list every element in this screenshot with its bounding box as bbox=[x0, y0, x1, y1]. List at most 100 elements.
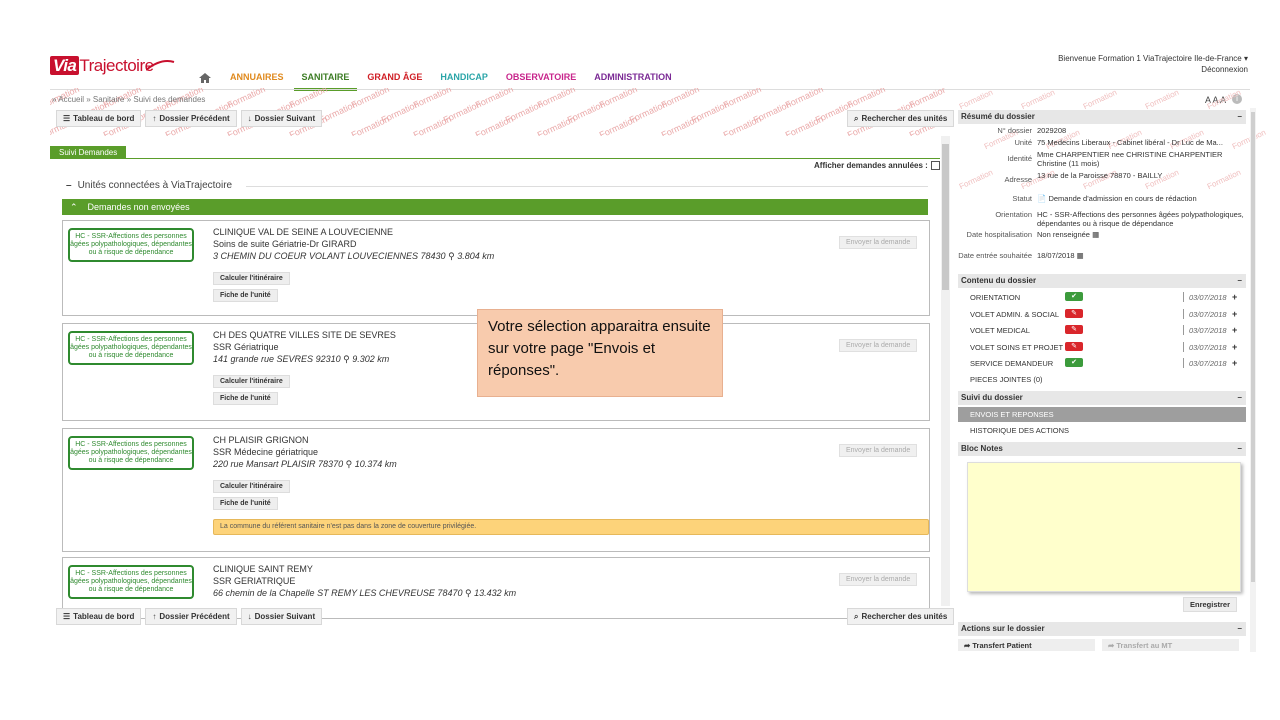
instruction-callout: Votre sélection apparaitra ensuite sur v… bbox=[477, 309, 723, 397]
followup-item-envois[interactable]: ENVOIS ET REPONSES bbox=[958, 407, 1246, 422]
summary-row: Identité Mme CHARPENTIER nee CHRISTINE CH… bbox=[958, 150, 1248, 170]
content-row[interactable]: VOLET SOINS ET PROJET ✎ 03/07/2018 + bbox=[970, 341, 1245, 354]
notes-textarea[interactable] bbox=[967, 462, 1241, 592]
plus-icon[interactable]: + bbox=[1232, 292, 1237, 302]
content-label[interactable]: VOLET SOINS ET PROJET bbox=[970, 343, 1063, 352]
home-icon[interactable] bbox=[198, 72, 212, 84]
content-date: 03/07/2018 bbox=[1189, 326, 1227, 335]
breadcrumb[interactable]: » Accueil » Sanitaire » Suivi des demand… bbox=[52, 95, 205, 104]
watermark-text: Formation bbox=[535, 113, 577, 136]
summary-value: 2029208 bbox=[1037, 126, 1067, 135]
status-error-icon: ✎ bbox=[1065, 325, 1083, 334]
right-scrollbar-thumb[interactable] bbox=[1251, 112, 1255, 582]
next-file-button-bottom[interactable]: ↓ Dossier Suivant bbox=[240, 608, 323, 625]
content-row[interactable]: VOLET ADMIN. & SOCIAL ✎ 03/07/2018 + bbox=[970, 308, 1245, 321]
unit-sheet-button[interactable]: Fiche de l'unité bbox=[213, 497, 278, 510]
unit-address: 66 chemin de la Chapelle ST REMY LES CHE… bbox=[213, 588, 517, 598]
unit-address: 3 CHEMIN DU COEUR VOLANT LOUVECIENNES 78… bbox=[213, 251, 495, 261]
map-pin-icon: ⚲ bbox=[464, 588, 472, 598]
orientation-badge: HC - SSR-Affections des personnes âgées … bbox=[68, 565, 194, 599]
attachments-link[interactable]: PIECES JOINTES (0) bbox=[970, 375, 1043, 384]
save-notes-button[interactable]: Enregistrer bbox=[1183, 597, 1238, 612]
main-scrollbar-thumb[interactable] bbox=[942, 144, 949, 290]
content-label[interactable]: ORIENTATION bbox=[970, 293, 1020, 302]
summary-value: HC - SSR-Affections des personnes âgées … bbox=[1037, 210, 1244, 228]
summary-label: Date hospitalisation bbox=[966, 230, 1032, 239]
transfer-patient-button[interactable]: ➦ Transfert Patient bbox=[958, 639, 1095, 651]
share-arrow-icon: ➦ bbox=[1108, 641, 1115, 650]
summary-label: N° dossier bbox=[997, 126, 1032, 135]
status-error-icon: ✎ bbox=[1065, 308, 1083, 318]
show-cancelled-checkbox[interactable] bbox=[930, 161, 940, 170]
collapse-minus-icon[interactable]: – bbox=[1238, 391, 1242, 405]
calculate-itinerary-button[interactable]: Calculer l'itinéraire bbox=[213, 272, 290, 285]
unit-service: SSR Gériatrique bbox=[213, 342, 279, 352]
transfer-mt-button[interactable]: ➦ Transfert au MT bbox=[1102, 639, 1239, 651]
content-date: 03/07/2018 bbox=[1189, 342, 1227, 352]
content-row[interactable]: ORIENTATION ✔ 03/07/2018 + bbox=[970, 292, 1245, 304]
unit-distance: 13.432 km bbox=[474, 588, 517, 598]
send-request-button[interactable]: Envoyer la demande bbox=[839, 444, 918, 457]
expand-collapse-icon[interactable]: ⌃ bbox=[70, 202, 78, 213]
dashboard-button[interactable]: ☰ Tableau de bord bbox=[56, 110, 142, 127]
summary-row: Orientation HC - SSR-Affections des perso… bbox=[958, 210, 1248, 230]
unit-distance: 9.302 km bbox=[352, 354, 390, 364]
unit-service: SSR GERIATRIQUE bbox=[213, 576, 296, 586]
send-request-button[interactable]: Envoyer la demande bbox=[839, 236, 918, 249]
unit-sheet-button[interactable]: Fiche de l'unité bbox=[213, 289, 278, 302]
search-units-button-bottom[interactable]: ⌕ Rechercher des unités bbox=[847, 608, 955, 625]
unit-card: HC - SSR-Affections des personnes âgées … bbox=[62, 428, 930, 552]
arrow-down-icon: ↓ bbox=[247, 114, 252, 123]
viatrajectoire-logo[interactable]: Via Trajectoire bbox=[50, 56, 178, 84]
next-file-button[interactable]: ↓ Dossier Suivant bbox=[240, 110, 323, 127]
collapse-minus-icon[interactable]: – bbox=[1238, 622, 1242, 636]
send-request-button[interactable]: Envoyer la demande bbox=[839, 339, 918, 352]
unit-sheet-button[interactable]: Fiche de l'unité bbox=[213, 392, 278, 405]
arrow-up-icon: ↑ bbox=[152, 612, 157, 621]
summary-value: Non renseignée ▦ bbox=[1037, 230, 1100, 239]
content-label[interactable]: VOLET ADMIN. & SOCIAL bbox=[970, 310, 1059, 319]
followup-section-header[interactable]: Suivi du dossier – bbox=[958, 391, 1246, 405]
actions-section-header[interactable]: Actions sur le dossier – bbox=[958, 622, 1246, 636]
search-icon: ⌕ bbox=[854, 114, 859, 123]
collapse-minus-icon[interactable]: – bbox=[1238, 442, 1242, 456]
watermark-text: Formation bbox=[349, 113, 391, 136]
bottom-toolbar: ☰ Tableau de bord ↑ Dossier Précédent ↓ Dos… bbox=[56, 608, 326, 625]
collapse-minus-icon[interactable]: – bbox=[1238, 110, 1242, 124]
send-request-button[interactable]: Envoyer la demande bbox=[839, 573, 918, 586]
calendar-icon[interactable]: ▦ bbox=[1092, 230, 1099, 239]
collapse-minus-icon[interactable]: – bbox=[66, 180, 72, 191]
search-units-button[interactable]: ⌕ Rechercher des unités bbox=[847, 110, 955, 127]
user-menu-chevron-icon[interactable]: ▾ bbox=[1244, 54, 1248, 63]
share-arrow-icon: ➦ bbox=[964, 641, 971, 650]
previous-file-button-bottom[interactable]: ↑ Dossier Précédent bbox=[145, 608, 237, 625]
plus-icon[interactable]: + bbox=[1232, 358, 1237, 368]
notes-section-header[interactable]: Bloc Notes – bbox=[958, 442, 1246, 456]
unsent-requests-header[interactable]: ⌃ Demandes non envoyées bbox=[62, 199, 928, 215]
tab-underline bbox=[50, 158, 940, 159]
separator bbox=[1183, 308, 1184, 319]
plus-icon[interactable]: + bbox=[1232, 342, 1237, 352]
calendar-icon[interactable]: ▦ bbox=[1077, 251, 1084, 260]
content-section-header[interactable]: Contenu du dossier – bbox=[958, 274, 1246, 288]
collapse-minus-icon[interactable]: – bbox=[1238, 274, 1242, 288]
logout-link[interactable]: Déconnexion bbox=[1058, 64, 1248, 75]
summary-section-header[interactable]: Résumé du dossier – bbox=[958, 110, 1246, 124]
calculate-itinerary-button[interactable]: Calculer l'itinéraire bbox=[213, 480, 290, 493]
unit-distance: 10.374 km bbox=[354, 459, 397, 469]
content-row[interactable]: SERVICE DEMANDEUR ✔ 03/07/2018 + bbox=[970, 358, 1245, 370]
plus-icon[interactable]: + bbox=[1232, 325, 1237, 335]
calculate-itinerary-button[interactable]: Calculer l'itinéraire bbox=[213, 375, 290, 388]
content-label[interactable]: SERVICE DEMANDEUR bbox=[970, 359, 1053, 368]
previous-file-button[interactable]: ↑ Dossier Précédent bbox=[145, 110, 237, 127]
followup-item-historique[interactable]: HISTORIQUE DES ACTIONS bbox=[958, 423, 1246, 438]
content-label[interactable]: VOLET MEDICAL bbox=[970, 326, 1030, 335]
plus-icon[interactable]: + bbox=[1232, 309, 1237, 319]
show-cancelled-toggle[interactable]: Afficher demandes annulées : bbox=[814, 161, 940, 170]
connected-units-heading[interactable]: – Unités connectées à ViaTrajectoire bbox=[66, 180, 232, 191]
welcome-block: Bienvenue Formation 1 ViaTrajectoire Ile… bbox=[1058, 53, 1248, 75]
unit-service: Soins de suite Gériatrie-Dr GIRARD bbox=[213, 239, 357, 249]
content-row[interactable]: VOLET MEDICAL ✎ 03/07/2018 + bbox=[970, 325, 1245, 337]
unit-address: 220 rue Mansart PLAISIR 78370 ⚲ 10.374 k… bbox=[213, 459, 397, 469]
dashboard-button-bottom[interactable]: ☰ Tableau de bord bbox=[56, 608, 142, 625]
